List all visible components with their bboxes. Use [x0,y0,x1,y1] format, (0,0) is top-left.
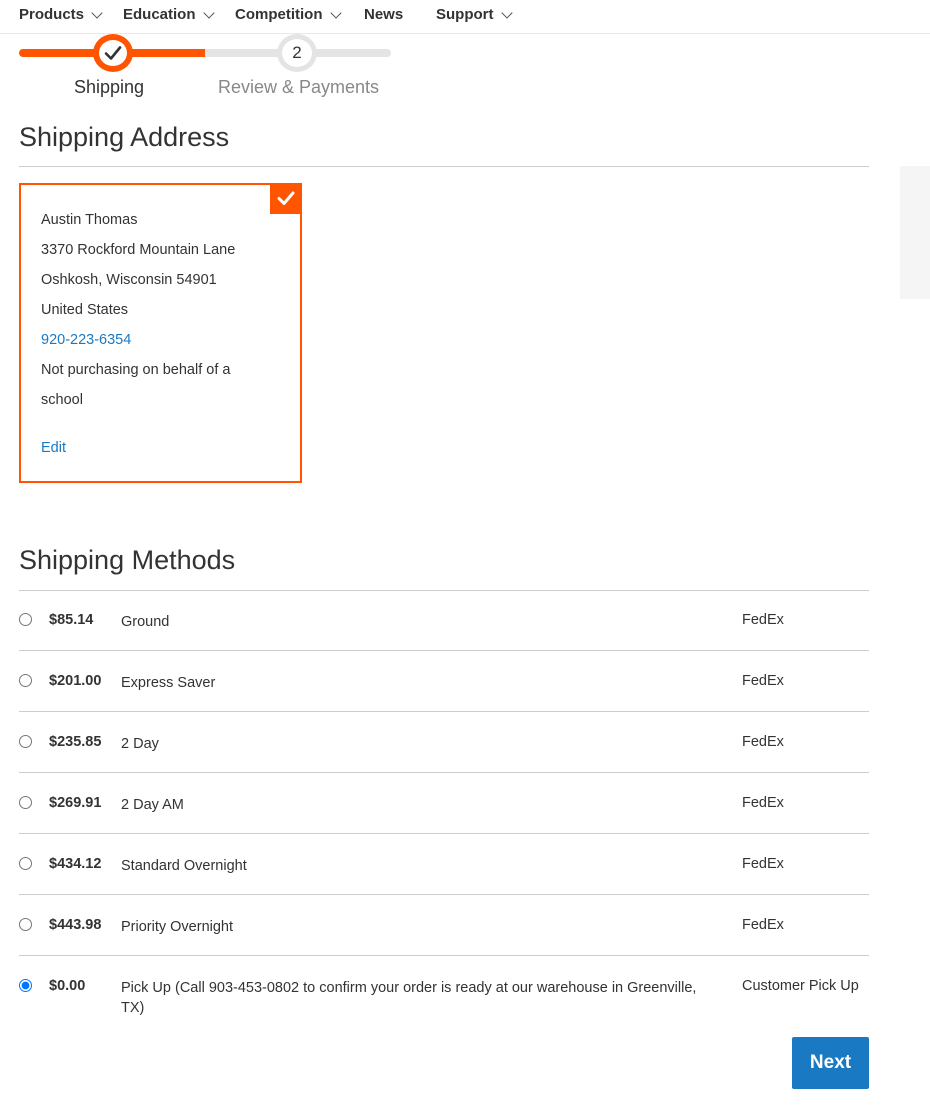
nav-item-label: Education [123,6,196,23]
side-panel [900,166,930,299]
method-carrier: Customer Pick Up [742,978,859,994]
shipping-methods-table: $85.14 Ground FedEx $201.00 Express Save… [19,590,869,1026]
shipping-method-row[interactable]: $235.85 2 Day FedEx [19,712,869,773]
method-price: $434.12 [49,856,102,872]
shipping-address-card[interactable]: Austin Thomas 3370 Rockford Mountain Lan… [19,183,302,483]
nav-item-label: Competition [235,6,323,23]
checkmark-icon [277,191,295,205]
address-phone-link[interactable]: 920-223-6354 [41,325,271,355]
shipping-method-row[interactable]: $443.98 Priority Overnight FedEx [19,895,869,956]
shipping-method-radio[interactable] [19,735,32,748]
shipping-method-radio[interactable] [19,674,32,687]
chevron-down-icon [91,6,103,19]
shipping-method-row[interactable]: $201.00 Express Saver FedEx [19,651,869,712]
checkmark-icon [104,46,122,60]
chevron-down-icon [329,6,342,19]
step-number: 2 [282,39,312,67]
method-name: Priority Overnight [121,919,234,935]
method-carrier: FedEx [742,673,784,689]
address-street: 3370 Rockford Mountain Lane [41,242,236,258]
shipping-method-row[interactable]: $269.91 2 Day AM FedEx [19,773,869,834]
divider [19,166,869,167]
shipping-methods-title: Shipping Methods [19,545,236,575]
edit-address-link[interactable]: Edit [41,440,66,456]
nav-item-education[interactable]: Education [123,6,215,23]
nav-item-products[interactable]: Products [19,6,103,23]
address-name: Austin Thomas [41,212,138,228]
method-carrier: FedEx [742,612,784,628]
method-name: 2 Day [121,736,159,752]
method-carrier: FedEx [742,856,784,872]
shipping-address-title: Shipping Address [19,122,230,152]
nav-item-news[interactable]: News [364,6,403,23]
chevron-down-icon [202,6,215,19]
chevron-down-icon [500,6,513,19]
shipping-method-radio[interactable] [19,796,32,809]
method-carrier: FedEx [742,795,784,811]
method-name: Pick Up (Call 903-453-0802 to confirm yo… [121,980,697,1016]
selected-badge [270,183,302,214]
nav-item-competition[interactable]: Competition [235,6,342,23]
address-note: Not purchasing on behalf of a school [41,362,231,408]
next-button[interactable]: Next [792,1037,869,1089]
address-details: Austin Thomas 3370 Rockford Mountain Lan… [41,205,271,415]
nav-item-support[interactable]: Support [436,6,513,23]
shipping-method-row[interactable]: $434.12 Standard Overnight FedEx [19,834,869,895]
method-price: $0.00 [49,978,86,994]
shipping-method-row[interactable]: $85.14 Ground FedEx [19,590,869,651]
method-name: Standard Overnight [121,858,247,874]
method-price: $201.00 [49,673,102,689]
step-shipping-label: Shipping [74,77,145,97]
shipping-method-radio[interactable] [19,918,32,931]
address-country: United States [41,302,129,318]
top-navigation: Products Education Competition News Supp… [0,0,930,34]
step-shipping-marker [93,34,133,72]
step-review-label[interactable]: Review & Payments [218,77,379,98]
method-carrier: FedEx [742,734,784,750]
nav-item-label: Support [436,6,494,23]
shipping-method-row[interactable]: $0.00 Pick Up (Call 903-453-0802 to conf… [19,956,869,1026]
address-city-line: Oshkosh, Wisconsin 54901 [41,272,217,288]
method-name: 2 Day AM [121,797,184,813]
method-price: $443.98 [49,917,102,933]
checkout-progress-bar: 2 Shipping Review & Payments [19,34,399,104]
shipping-method-radio[interactable] [19,979,32,992]
method-price: $269.91 [49,795,102,811]
shipping-method-radio[interactable] [19,613,32,626]
nav-item-label: Products [19,6,85,23]
method-price: $235.85 [49,734,102,750]
nav-item-label: News [364,6,404,23]
method-name: Ground [121,614,170,630]
method-carrier: FedEx [742,917,784,933]
method-price: $85.14 [49,612,94,628]
method-name: Express Saver [121,675,216,691]
step-review-marker: 2 [277,34,317,72]
shipping-method-radio[interactable] [19,857,32,870]
